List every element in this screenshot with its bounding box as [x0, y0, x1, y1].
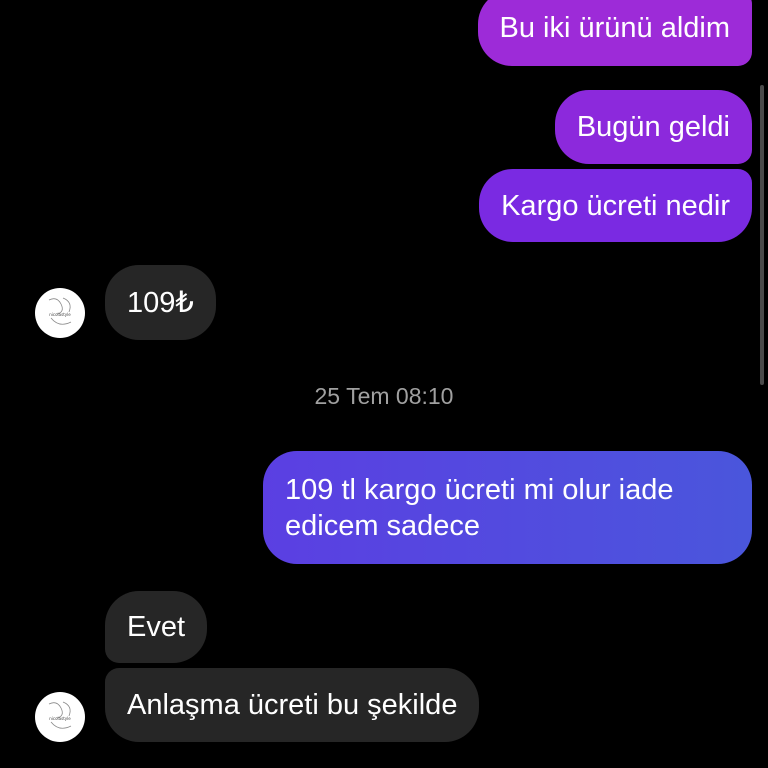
message-bubble-sent[interactable]: Kargo ücreti nedir — [479, 169, 752, 242]
message-bubble-sent[interactable]: Bugün geldi — [554, 90, 752, 164]
message-bubble-received[interactable]: Evet — [105, 591, 208, 663]
avatar-logo-text: nicolastyle — [49, 716, 71, 721]
message-text: Anlaşma ücreti bu şekilde — [127, 689, 458, 721]
message-text: 109 tl kargo ücreti mi olur iade edicem … — [285, 473, 674, 542]
scrollbar[interactable] — [760, 85, 764, 385]
message-text: 109₺ — [127, 286, 194, 319]
message-text: Evet — [127, 611, 186, 643]
avatar-logo-text: nicolastyle — [49, 312, 71, 317]
message-bubble-received[interactable]: 109₺ — [105, 265, 216, 340]
message-bubble-sent[interactable]: Bu iki ürünü aldim — [477, 0, 752, 66]
contact-avatar[interactable]: nicolastyle — [35, 288, 85, 338]
message-text: Bu iki ürünü aldim — [499, 12, 731, 44]
message-bubble-sent[interactable]: 109 tl kargo ücreti mi olur iade edicem … — [263, 451, 752, 564]
message-bubble-received[interactable]: Anlaşma ücreti bu şekilde — [105, 668, 480, 742]
avatar-logo-icon: nicolastyle — [48, 297, 71, 325]
message-timestamp: 25 Tem 08:10 — [314, 383, 454, 409]
avatar-logo-icon: nicolastyle — [48, 701, 71, 729]
contact-avatar[interactable]: nicolastyle — [35, 692, 85, 742]
message-text: Kargo ücreti nedir — [501, 189, 730, 222]
message-text: Bugün geldi — [576, 111, 730, 143]
